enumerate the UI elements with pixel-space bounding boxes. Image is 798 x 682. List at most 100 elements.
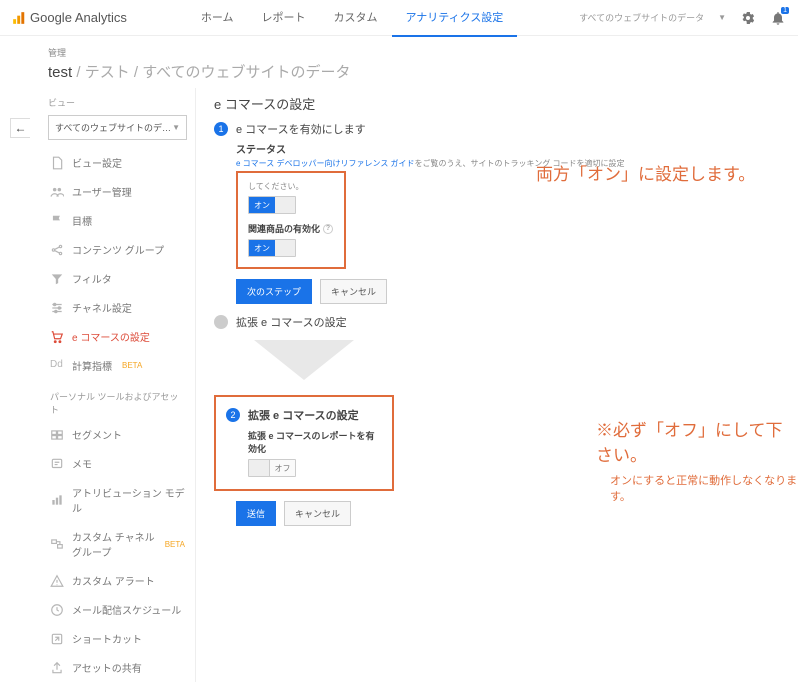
cancel-button-2[interactable]: キャンセル (284, 501, 351, 526)
sidebar-item-label: コンテンツ グループ (72, 242, 164, 257)
channel-icon (50, 537, 64, 551)
view-selector-value: すべてのウェブサイトのデ… (55, 121, 171, 134)
main-content: e コマースの設定 1 e コマースを有効にします ステータス e コマース デ… (196, 88, 798, 682)
topnav: ホーム レポート カスタム アナリティクス設定 (187, 0, 517, 37)
sidebar-item-segment[interactable]: セグメント (40, 420, 195, 449)
funnel-icon (50, 272, 64, 286)
step2-gray-bullet (214, 315, 228, 329)
bell-badge: 1 (781, 7, 789, 14)
share2-icon (50, 661, 64, 675)
back-button[interactable]: ← (10, 118, 30, 138)
cancel-button[interactable]: キャンセル (320, 279, 387, 304)
sidebar-item-user-mgmt[interactable]: ユーザー管理 (40, 177, 195, 206)
sidebar-item-label: カスタム チャネル グループ (72, 529, 155, 559)
sidebar-item-memo[interactable]: メモ (40, 449, 195, 478)
back-column: ← (10, 88, 40, 682)
topbar: Google Analytics ホーム レポート カスタム アナリティクス設定… (0, 0, 798, 36)
gear-icon[interactable] (740, 10, 756, 26)
sidebar-item-content-group[interactable]: コンテンツ グループ (40, 235, 195, 264)
sidebar-item-goals[interactable]: 目標 (40, 206, 195, 235)
cart-icon (50, 330, 64, 344)
annotation-2: ※必ず「オフ」にして下さい。 オンにすると正常に動作しなくなります。 (596, 416, 798, 504)
flag-icon (50, 214, 64, 228)
sidebar-item-attribution[interactable]: アトリビューション モデル (40, 478, 195, 522)
annotation-1: 両方「オン」に設定します。 (536, 160, 755, 185)
logo-text: Google Analytics (30, 10, 127, 25)
step2-gray-header: 拡張 e コマースの設定 (214, 314, 782, 330)
sidebar-item-label: 計算指標 (72, 358, 112, 373)
sidebar-item-ecommerce[interactable]: e コマースの設定 (40, 322, 195, 351)
alert-icon (50, 574, 64, 588)
main-title: e コマースの設定 (214, 94, 782, 113)
sidebar-item-label: チャネル設定 (72, 300, 132, 315)
nav-report[interactable]: レポート (248, 0, 320, 37)
toggle-on-label: オン (249, 240, 275, 256)
next-step-button[interactable]: 次のステップ (236, 279, 312, 304)
sidebar-item-channel[interactable]: チャネル設定 (40, 293, 195, 322)
sidebar-item-custom-alert[interactable]: カスタム アラート (40, 566, 195, 595)
shortcut-icon (50, 632, 64, 646)
sidebar-item-label: セグメント (72, 427, 122, 442)
view-label: すべてのウェブサイトのデータ (579, 11, 704, 24)
sidebar-item-calc-metrics[interactable]: Dd 計算指標 BETA (40, 351, 195, 380)
annotation-2-sub: オンにすると正常に動作しなくなります。 (610, 472, 798, 504)
highlight-box-1: してください。 オン 関連商品の有効化 ? オン (236, 171, 346, 269)
nav-custom[interactable]: カスタム (320, 0, 392, 37)
sidebar-item-asset-share[interactable]: アセットの共有 (40, 653, 195, 682)
box-note: してください。 (248, 181, 334, 192)
sidebar-item-filter[interactable]: フィルタ (40, 264, 195, 293)
clock-icon (50, 603, 64, 617)
submit-button[interactable]: 送信 (236, 501, 276, 526)
sidebar-item-custom-channel[interactable]: カスタム チャネル グループBETA (40, 522, 195, 566)
title-rest: / テスト / すべてのウェブサイトのデータ (72, 64, 350, 81)
sidebar-item-label: アセットの共有 (72, 660, 142, 675)
file-icon (50, 156, 64, 170)
status-title: ステータス (236, 141, 782, 156)
nav-admin[interactable]: アナリティクス設定 (392, 0, 518, 37)
sidebar-section2-label: パーソナル ツールおよびアセット (40, 380, 195, 420)
step1-buttons: 次のステップ キャンセル (236, 279, 782, 304)
status-desc-link[interactable]: e コマース デベロッパー向けリファレンス ガイド (236, 159, 415, 168)
sidebar-item-label: 目標 (72, 213, 92, 228)
topbar-right: すべてのウェブサイトのデータ ▼ 1 (579, 10, 786, 26)
step2-label: 拡張 e コマースの設定 (248, 407, 359, 423)
note-icon (50, 457, 64, 471)
help-icon[interactable]: ? (323, 224, 333, 234)
dropdown-icon[interactable]: ▼ (718, 13, 726, 22)
highlight-box-2: 2 拡張 e コマースの設定 拡張 e コマースのレポートを有効化 オフ (214, 395, 394, 491)
sidebar-item-label: e コマースの設定 (72, 329, 150, 344)
sidebar-item-label: メモ (72, 456, 92, 471)
beta-badge: BETA (122, 361, 142, 370)
sliders-icon (50, 301, 64, 315)
status-toggle[interactable]: オン (248, 196, 296, 214)
sidebar-item-label: ユーザー管理 (72, 184, 132, 199)
sidebar-section-label: ビュー (40, 92, 195, 113)
sidebar-item-view-settings[interactable]: ビュー設定 (40, 148, 195, 177)
dd-icon: Dd (50, 359, 64, 373)
sidebar-item-label: フィルタ (72, 271, 112, 286)
step1-header: 1 e コマースを有効にします (214, 121, 782, 137)
sidebar-item-shortcut[interactable]: ショートカット (40, 624, 195, 653)
toggle-on-label: オン (249, 197, 275, 213)
enhanced-toggle[interactable]: オフ (248, 459, 296, 477)
step2-header: 2 拡張 e コマースの設定 (226, 407, 382, 423)
bars-icon (50, 493, 64, 507)
logo[interactable]: Google Analytics (12, 10, 127, 25)
submit-buttons: 送信 キャンセル (236, 501, 782, 526)
sidebar-item-mail-schedule[interactable]: メール配信スケジュール (40, 595, 195, 624)
bell-icon[interactable]: 1 (770, 10, 786, 26)
sidebar-item-label: アトリビューション モデル (72, 485, 185, 515)
step2-gray-label: 拡張 e コマースの設定 (236, 314, 347, 330)
related-toggle[interactable]: オン (248, 239, 296, 257)
view-selector[interactable]: すべてのウェブサイトのデ… ▼ (48, 115, 187, 140)
step1-label: e コマースを有効にします (236, 121, 366, 137)
sidebar-item-label: ビュー設定 (72, 155, 122, 170)
step2-sub: 拡張 e コマースのレポートを有効化 (248, 429, 382, 455)
toggle-off-label: オフ (269, 460, 295, 476)
step2-bullet: 2 (226, 408, 240, 422)
nav-home[interactable]: ホーム (187, 0, 248, 37)
arrow-down-icon (244, 340, 364, 380)
segment-icon (50, 428, 64, 442)
chevron-down-icon: ▼ (172, 123, 180, 132)
step1-bullet: 1 (214, 122, 228, 136)
